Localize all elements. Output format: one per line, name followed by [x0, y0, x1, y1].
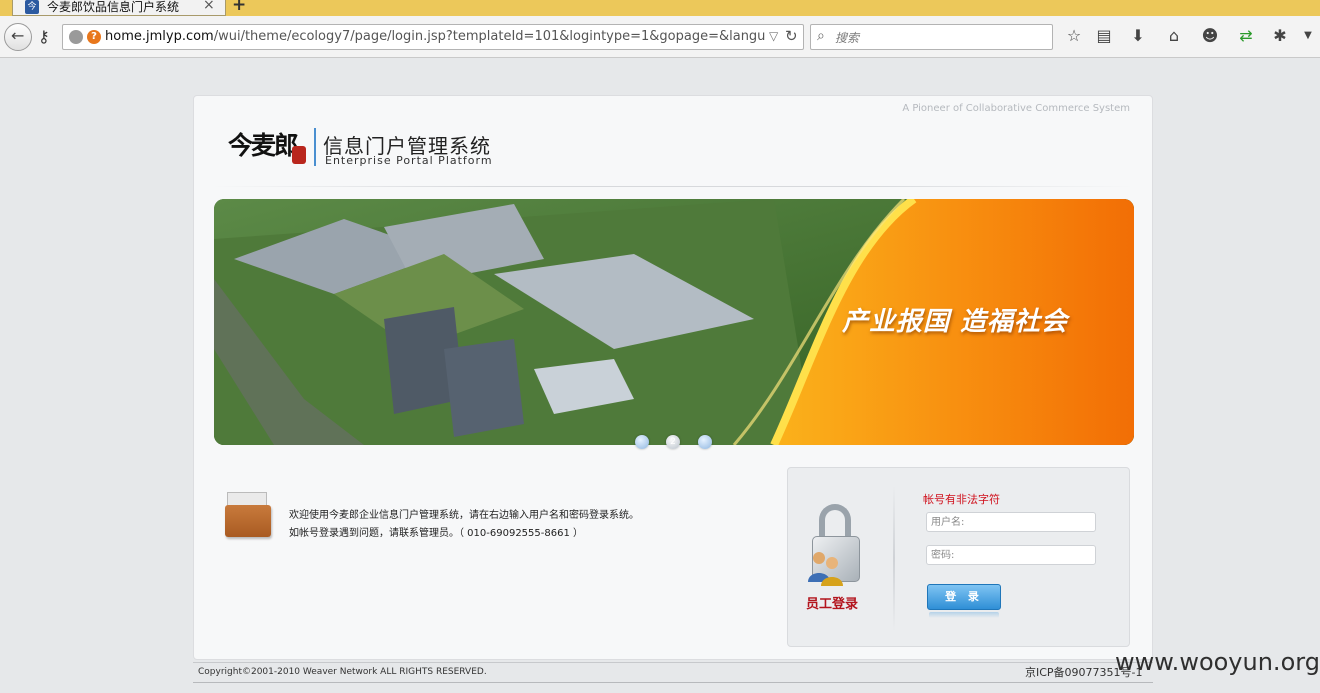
login-form: 员工登录 帐号有非法字符 登 录	[787, 467, 1130, 647]
sync-icon[interactable]: ⇄	[1236, 26, 1256, 46]
reading-list-icon[interactable]: ▤	[1094, 26, 1114, 46]
search-input[interactable]	[835, 29, 1035, 46]
carousel-dot-3[interactable]	[698, 435, 712, 449]
password-field[interactable]	[926, 545, 1096, 565]
watermark: www.wooyun.org	[1115, 648, 1320, 676]
copyright-text: Copyright©2001-2010 Weaver Network ALL R…	[198, 667, 487, 677]
login-divider	[893, 486, 895, 631]
welcome-text: 欢迎使用今麦郎企业信息门户管理系统，请在右边输入用户名和密码登录系统。	[289, 510, 639, 521]
addon-icon[interactable]: ✱	[1270, 26, 1290, 46]
portal-panel: A Pioneer of Collaborative Commerce Syst…	[193, 95, 1153, 660]
new-tab-button[interactable]: +	[232, 0, 246, 15]
footer-divider	[193, 662, 1153, 663]
support-contact-text: 如帐号登录遇到问题，请联系管理员。（ 010-69092555-8661 ）	[289, 528, 584, 539]
chat-icon[interactable]: ☻	[1200, 26, 1220, 46]
menu-dropdown-icon[interactable]: ▼	[1298, 26, 1318, 46]
briefcase-icon	[225, 505, 271, 537]
url-text[interactable]: home.jmlyp.com/wui/theme/ecology7/page/l…	[105, 29, 765, 44]
banner-slogan: 产业报国 造福社会	[842, 307, 1069, 337]
navigation-toolbar: ← ⚷ ? home.jmlyp.com/wui/theme/ecology7/…	[0, 16, 1320, 58]
url-path: /wui/theme/ecology7/page/login.jsp?templ…	[213, 29, 765, 44]
login-error-message: 帐号有非法字符	[923, 493, 1000, 506]
employee-login-heading: 员工登录	[806, 597, 859, 612]
tab-strip: 今 今麦郎饮品信息门户系统 × +	[0, 0, 1320, 16]
hero-banner: 产业报国 造福社会	[214, 199, 1134, 445]
login-button[interactable]: 登 录	[927, 584, 1001, 610]
footer-bottom-divider	[193, 682, 1153, 683]
key-icon[interactable]: ⚷	[38, 27, 50, 46]
logo-seal-icon	[292, 146, 306, 164]
pioneer-tagline: A Pioneer of Collaborative Commerce Syst…	[902, 103, 1130, 114]
tab-close-icon[interactable]: ×	[203, 0, 215, 13]
search-icon: ⌕	[817, 28, 825, 44]
system-subtitle: Enterprise Portal Platform	[325, 154, 493, 167]
reload-icon[interactable]: ↻	[785, 27, 798, 45]
site-info-icon[interactable]: ?	[87, 30, 101, 44]
search-bar[interactable]: ⌕	[810, 24, 1053, 50]
site-favicon-icon: 今	[25, 0, 39, 14]
header-divider	[212, 186, 1134, 187]
url-bar[interactable]: ? home.jmlyp.com/wui/theme/ecology7/page…	[62, 24, 804, 50]
download-icon[interactable]: ⬇	[1128, 26, 1148, 46]
users-icon	[808, 552, 843, 586]
username-field[interactable]	[926, 512, 1096, 532]
bookmark-star-icon[interactable]: ☆	[1064, 26, 1084, 46]
tab-title: 今麦郎饮品信息门户系统	[47, 0, 180, 14]
back-arrow-icon: ←	[11, 26, 25, 45]
company-logo: 今麦郎	[228, 131, 299, 160]
url-host: home.jmlyp.com	[105, 29, 214, 44]
login-button-reflection	[929, 612, 999, 618]
back-button[interactable]: ←	[4, 23, 32, 51]
carousel-dot-1[interactable]	[635, 435, 649, 449]
home-icon[interactable]: ⌂	[1164, 26, 1184, 46]
url-history-dropdown-icon[interactable]: ▽	[769, 29, 778, 43]
logo-divider	[314, 128, 316, 166]
tab-current[interactable]: 今 今麦郎饮品信息门户系统 ×	[12, 0, 226, 16]
globe-icon	[69, 30, 83, 44]
carousel-dot-2[interactable]: 2	[666, 435, 680, 449]
